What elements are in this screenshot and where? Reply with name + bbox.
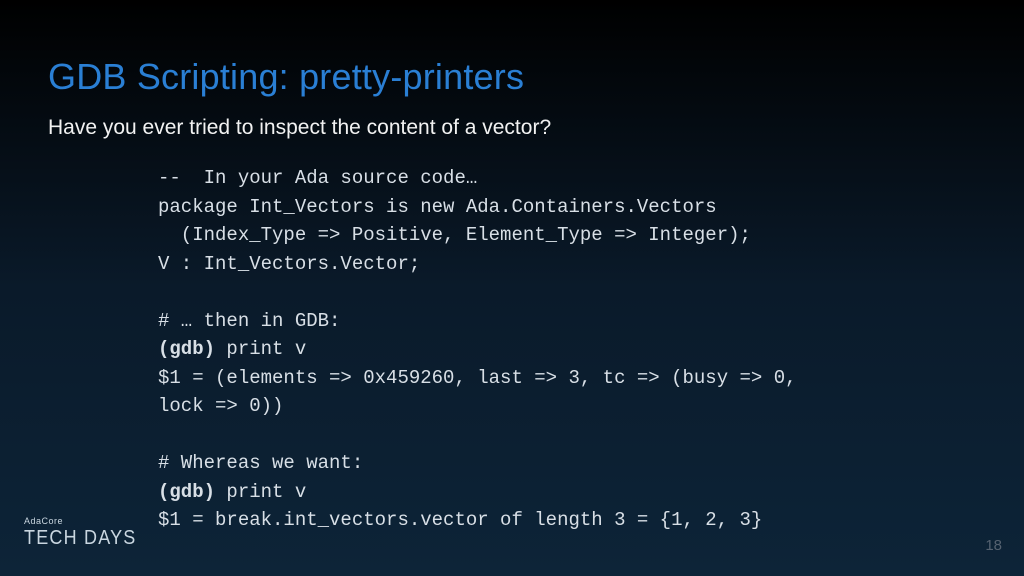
gdb-prompt: (gdb) — [158, 338, 215, 360]
code-line: $1 = (elements => 0x459260, last => 3, t… — [158, 367, 797, 389]
code-line: lock => 0)) — [158, 395, 283, 417]
code-line: $1 = break.int_vectors.vector of length … — [158, 509, 762, 531]
slide-title: GDB Scripting: pretty-printers — [48, 56, 976, 98]
page-number: 18 — [985, 537, 1002, 554]
slide: GDB Scripting: pretty-printers Have you … — [0, 0, 1024, 576]
code-line: # … then in GDB: — [158, 310, 340, 332]
slide-subtitle: Have you ever tried to inspect the conte… — [48, 116, 976, 140]
logo-event: TECH DAYS — [24, 525, 136, 549]
logo: AdaCore TECH DAYS — [24, 516, 136, 548]
code-line: package Int_Vectors is new Ada.Container… — [158, 196, 717, 218]
code-block: -- In your Ada source code… package Int_… — [158, 164, 976, 535]
code-line: # Whereas we want: — [158, 452, 363, 474]
code-line: (Index_Type => Positive, Element_Type =>… — [158, 224, 751, 246]
gdb-prompt: (gdb) — [158, 481, 215, 503]
code-line: print v — [215, 338, 306, 360]
code-line: -- In your Ada source code… — [158, 167, 477, 189]
code-line: print v — [215, 481, 306, 503]
code-line: V : Int_Vectors.Vector; — [158, 253, 420, 275]
